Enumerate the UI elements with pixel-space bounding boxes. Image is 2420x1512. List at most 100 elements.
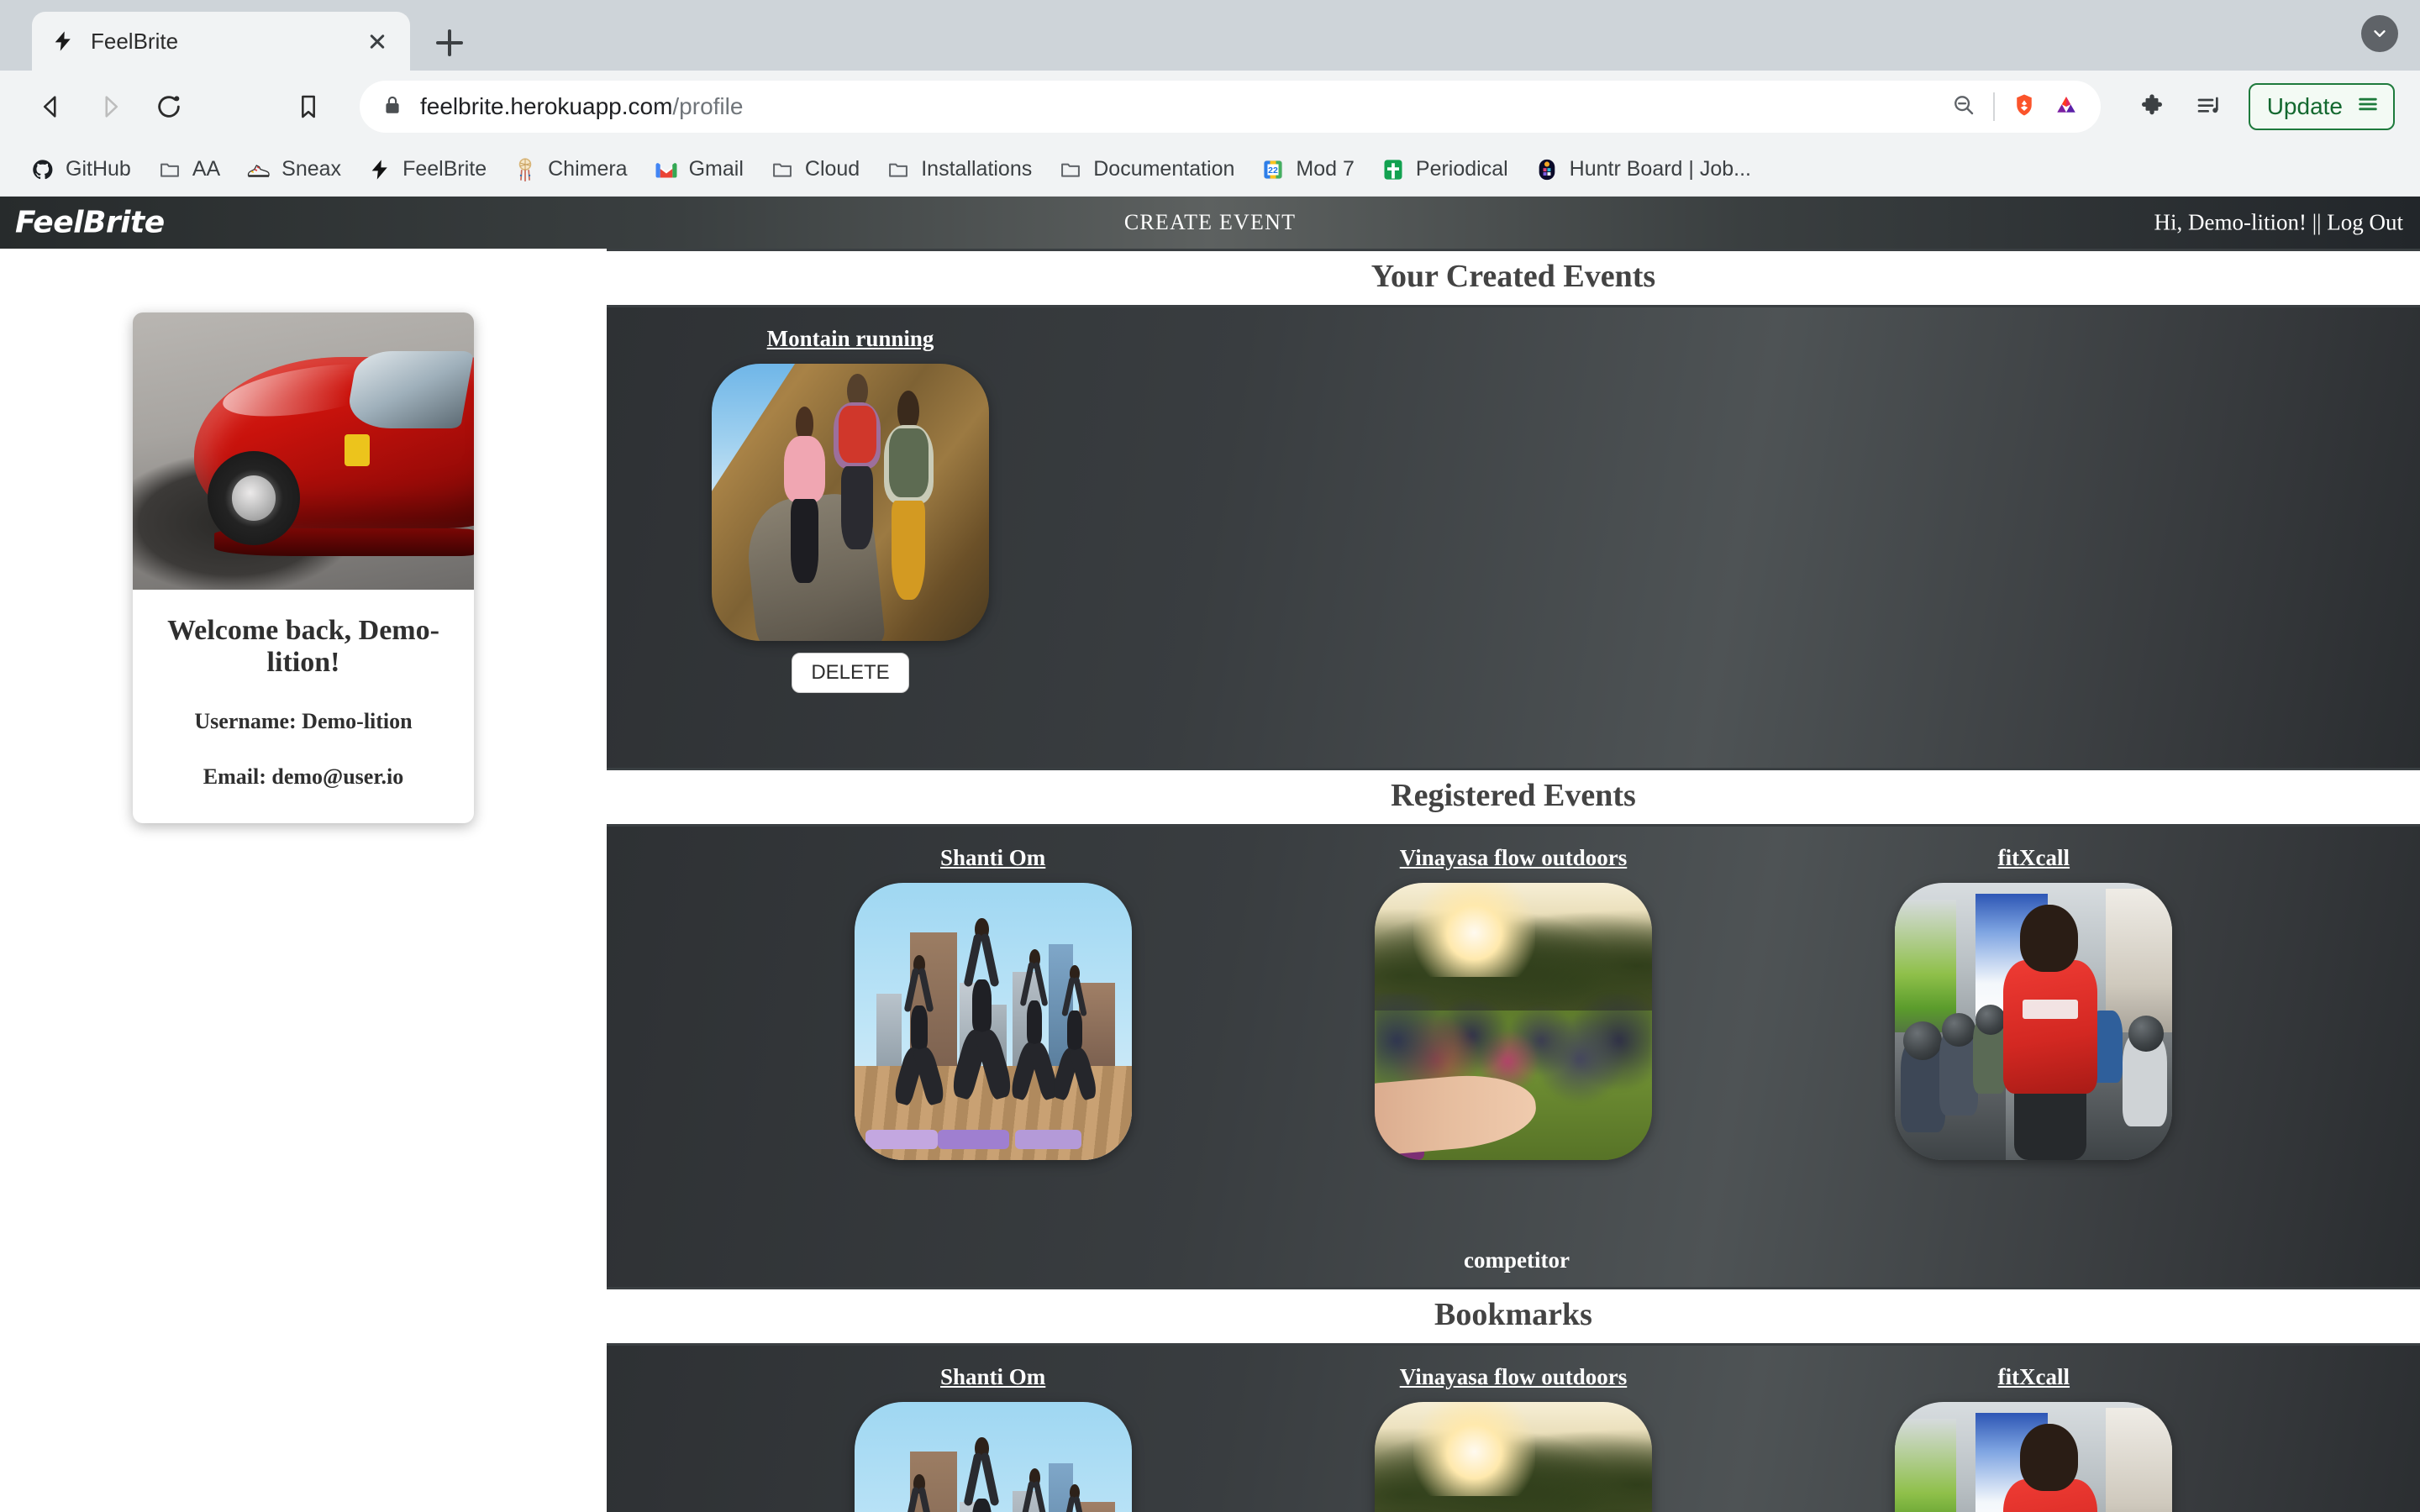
events-column: Your Created Events Montain running — [607, 249, 2420, 1512]
puzzle-piece-icon[interactable] — [2126, 81, 2178, 133]
bookmark-label: Chimera — [548, 157, 627, 181]
site-logo[interactable]: FeelBrite — [15, 206, 165, 240]
park-sunset-group-yoga-photo[interactable] — [1375, 883, 1652, 1160]
folder-icon — [1057, 156, 1084, 183]
site-navbar: FeelBrite CREATE EVENT Hi, Demo-lition! … — [0, 197, 2420, 249]
address-bar[interactable]: feelbrite.herokuapp.com/profile — [360, 81, 2101, 133]
bat-triangle-icon[interactable] — [2054, 92, 2079, 122]
event-title[interactable]: fitXcall — [1998, 845, 2070, 871]
user-greeting-logout[interactable]: Hi, Demo-lition! || Log Out — [2154, 210, 2403, 236]
bookmarked-events-panel: Shanti Om — [607, 1346, 2420, 1512]
event-card[interactable]: fitXcall — [1774, 1364, 2294, 1512]
lock-icon — [381, 94, 403, 120]
hamburger-menu-icon[interactable] — [2356, 92, 2380, 122]
browser-toolbar: feelbrite.herokuapp.com/profile — [0, 71, 2420, 143]
bookmark-installations[interactable]: Installations — [874, 150, 1043, 190]
event-title[interactable]: Vinayasa flow outdoors — [1400, 845, 1628, 871]
gmail-icon — [653, 156, 680, 183]
profile-card: Welcome back, Demo-lition! Username: Dem… — [133, 312, 474, 823]
bookmark-label: Documentation — [1093, 157, 1234, 181]
url-text: feelbrite.herokuapp.com/profile — [420, 93, 1934, 120]
folder-icon — [769, 156, 796, 183]
bookmark-gmail[interactable]: Gmail — [642, 150, 755, 190]
playlist-icon[interactable] — [2183, 81, 2235, 133]
lightning-bolt-icon — [50, 29, 76, 54]
github-icon — [29, 156, 56, 183]
event-card[interactable]: Shanti Om — [733, 845, 1253, 1160]
profile-sidebar: Welcome back, Demo-lition! Username: Dem… — [0, 249, 607, 1512]
park-sunset-group-yoga-photo[interactable] — [1375, 1402, 1652, 1512]
sneaker-icon — [245, 156, 272, 183]
bookmark-mod-7[interactable]: 22 Mod 7 — [1249, 150, 1365, 190]
delete-button[interactable]: DELETE — [792, 653, 908, 693]
event-title[interactable]: Montain running — [767, 326, 934, 352]
browser-window: FeelBrite — [0, 0, 2420, 1512]
competitor-label: competitor — [1464, 1247, 1570, 1273]
crossfit-gym-class-photo[interactable] — [1895, 883, 2172, 1160]
forward-arrow-icon — [84, 81, 136, 133]
brave-lion-shield-icon[interactable] — [2012, 92, 2037, 122]
section-title: Bookmarks — [607, 1296, 2420, 1333]
dreamcatcher-icon — [512, 156, 539, 183]
created-events-panel: Montain running — [607, 307, 2420, 768]
grid-spacer — [1002, 326, 1648, 693]
google-calendar-icon: 22 — [1260, 156, 1286, 183]
update-button[interactable]: Update — [2249, 83, 2395, 130]
green-cross-icon — [1380, 156, 1407, 183]
update-button-label: Update — [2267, 93, 2343, 120]
rooftop-yoga-nyc-skyline-photo[interactable] — [855, 1402, 1132, 1512]
bookmarked-events-grid: Shanti Om — [607, 1364, 2420, 1512]
reload-icon[interactable] — [143, 81, 195, 133]
bookmark-huntr[interactable]: Huntr Board | Job... — [1523, 150, 1762, 190]
event-card[interactable]: Vinayasa flow outdoors — [1253, 1364, 1773, 1512]
bookmark-cloud[interactable]: Cloud — [758, 150, 871, 190]
grid-spacer — [1648, 326, 2294, 693]
close-icon[interactable] — [363, 27, 392, 55]
event-card[interactable]: Montain running — [699, 326, 1002, 693]
bookmark-label: FeelBrite — [402, 157, 487, 181]
event-title[interactable]: fitXcall — [1998, 1364, 2070, 1390]
folder-icon — [885, 156, 912, 183]
new-tab-button[interactable] — [422, 15, 477, 71]
bookmarks-bar: GitHub AA Sneax FeelBrite — [0, 143, 2420, 197]
bookmark-label: Gmail — [689, 157, 744, 181]
chevron-down-icon[interactable] — [2361, 15, 2398, 52]
create-event-link[interactable]: CREATE EVENT — [1124, 210, 1296, 235]
bookmark-label: Cloud — [805, 157, 860, 181]
rooftop-yoga-nyc-skyline-photo[interactable] — [855, 883, 1132, 1160]
toolbar-actions: Update — [2126, 81, 2395, 133]
tab-title: FeelBrite — [91, 29, 348, 55]
event-title[interactable]: Shanti Om — [940, 1364, 1045, 1390]
event-card[interactable]: fitXcall — [1774, 845, 2294, 1160]
event-title[interactable]: Shanti Om — [940, 845, 1045, 871]
event-card[interactable]: Shanti Om — [733, 1364, 1253, 1512]
welcome-message: Welcome back, Demo-lition! — [146, 615, 460, 679]
lightning-bolt-icon — [366, 156, 393, 183]
profile-details: Welcome back, Demo-lition! Username: Dem… — [133, 590, 474, 823]
zoom-out-icon[interactable] — [1951, 92, 1976, 122]
bookmark-label: GitHub — [66, 157, 131, 181]
browser-tab[interactable]: FeelBrite — [32, 12, 410, 71]
url-host: feelbrite.herokuapp.com — [420, 93, 672, 119]
bookmark-github[interactable]: GitHub — [18, 150, 142, 190]
mountain-trail-hikers-photo[interactable] — [712, 364, 989, 641]
section-title: Your Created Events — [607, 258, 2420, 295]
event-title[interactable]: Vinayasa flow outdoors — [1400, 1364, 1628, 1390]
bookmark-feelbrite[interactable]: FeelBrite — [355, 150, 497, 190]
bookmark-sneax[interactable]: Sneax — [234, 150, 352, 190]
username-line: Username: Demo-lition — [146, 709, 460, 734]
bookmark-flag-icon[interactable] — [282, 81, 334, 133]
back-arrow-icon[interactable] — [25, 81, 77, 133]
bookmark-periodical[interactable]: Periodical — [1369, 150, 1519, 190]
section-title: Registered Events — [607, 777, 2420, 814]
bookmark-documentation[interactable]: Documentation — [1046, 150, 1245, 190]
bookmark-aa[interactable]: AA — [145, 150, 231, 190]
bookmark-label: Huntr Board | Job... — [1570, 157, 1751, 181]
ferrari-sports-car-photo — [133, 312, 474, 590]
bookmark-label: Installations — [921, 157, 1032, 181]
web-page: FeelBrite CREATE EVENT Hi, Demo-lition! … — [0, 197, 2420, 1512]
divider — [1993, 92, 1995, 121]
event-card[interactable]: Vinayasa flow outdoors — [1253, 845, 1773, 1160]
crossfit-gym-class-photo[interactable] — [1895, 1402, 2172, 1512]
bookmark-chimera[interactable]: Chimera — [501, 150, 638, 190]
